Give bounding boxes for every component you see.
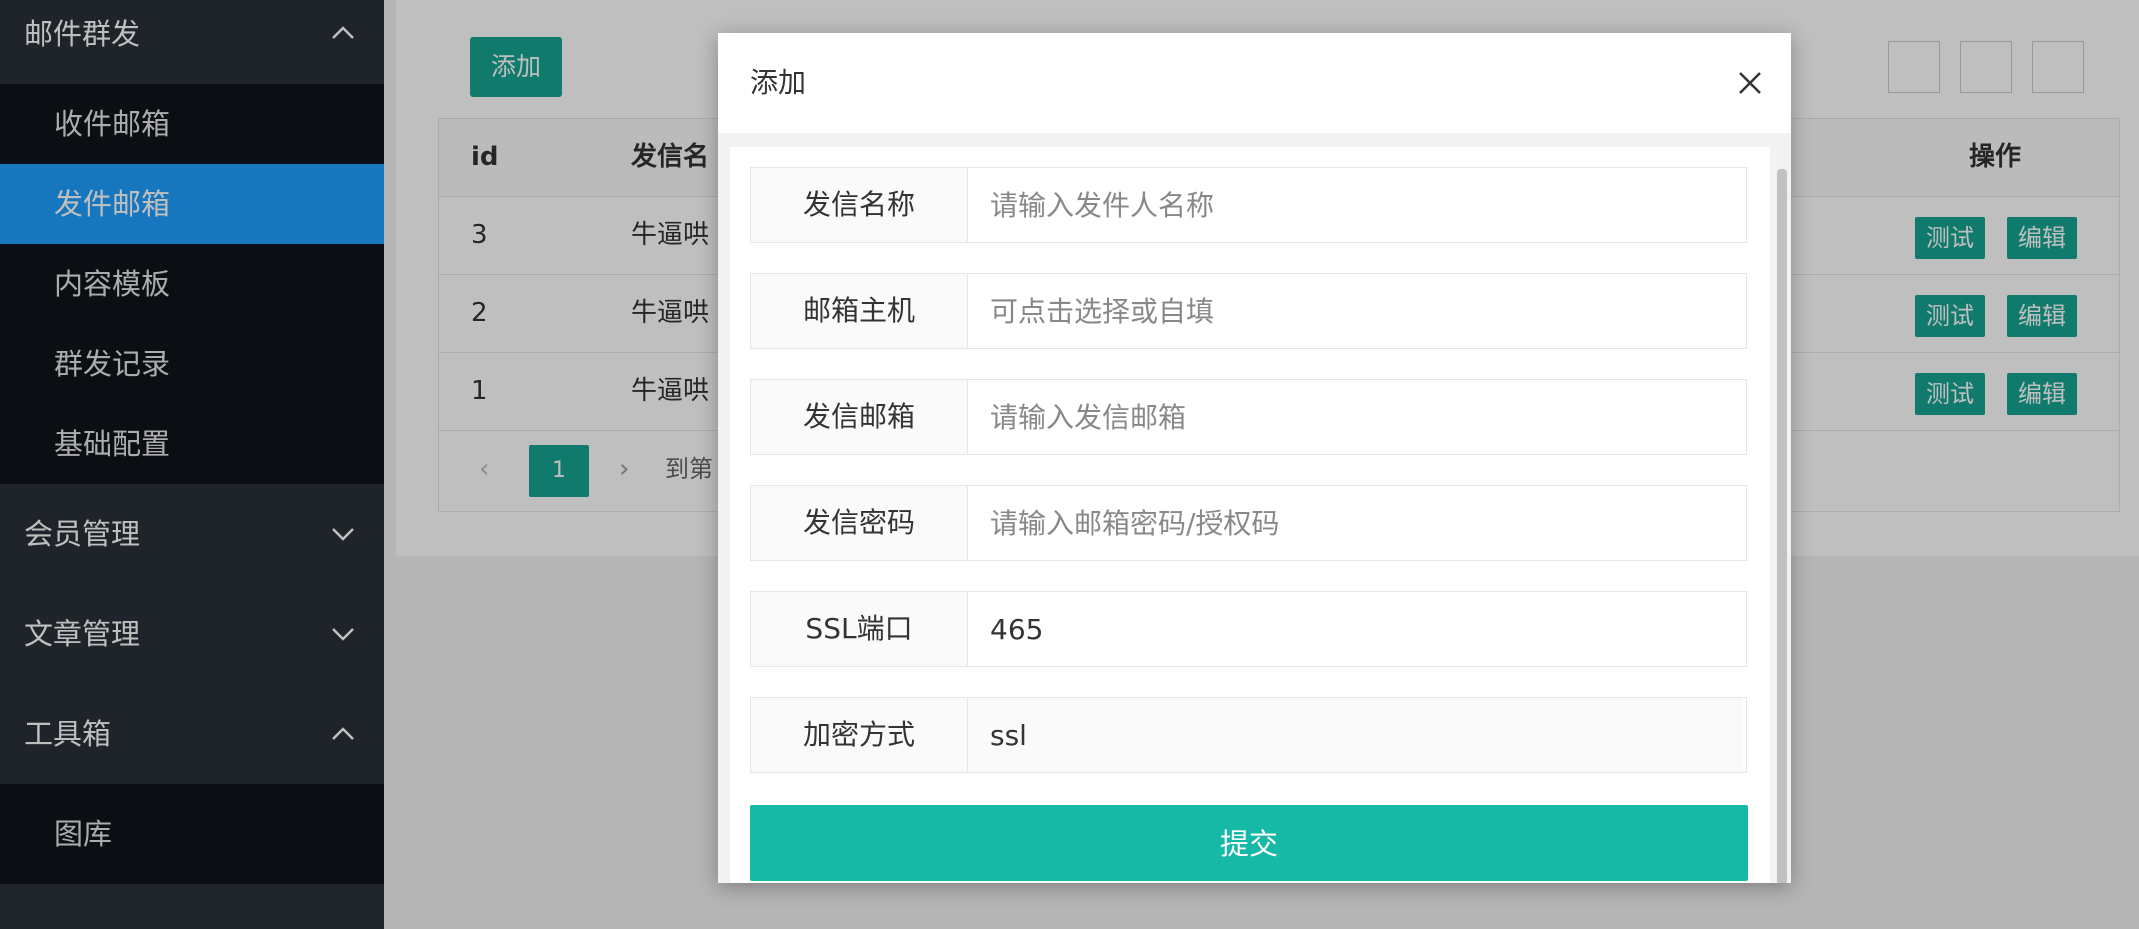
form-field-ssl-port: SSL端口 (750, 591, 1747, 667)
form-field-mail-host: 邮箱主机 (750, 273, 1747, 349)
ssl-port-input[interactable] (968, 592, 1743, 666)
field-label: 发信密码 (751, 486, 968, 560)
field-label: 发信名称 (751, 168, 968, 242)
sender-email-input[interactable] (968, 380, 1743, 454)
add-form: 发信名称 邮箱主机 发信邮箱 发信密码 SSL端口 加密方式 (730, 147, 1770, 883)
modal-header: 添加 (718, 33, 1791, 134)
field-label: 发信邮箱 (751, 380, 968, 454)
encryption-input[interactable] (968, 698, 1743, 772)
modal-title: 添加 (750, 66, 807, 99)
field-label: SSL端口 (751, 592, 968, 666)
modal-body: 发信名称 邮箱主机 发信邮箱 发信密码 SSL端口 加密方式 (718, 133, 1791, 883)
mail-host-input[interactable] (968, 274, 1743, 348)
field-label: 邮箱主机 (751, 274, 968, 348)
field-label: 加密方式 (751, 698, 968, 772)
add-modal: 添加 发信名称 邮箱主机 发信邮箱 发信密码 SSL (718, 33, 1791, 883)
form-field-password: 发信密码 (750, 485, 1747, 561)
modal-scrollbar[interactable] (1777, 169, 1787, 883)
form-field-sender-email: 发信邮箱 (750, 379, 1747, 455)
close-icon[interactable] (1735, 68, 1765, 98)
form-field-encryption: 加密方式 (750, 697, 1747, 773)
form-field-sender-name: 发信名称 (750, 167, 1747, 243)
password-input[interactable] (968, 486, 1743, 560)
sender-name-input[interactable] (968, 168, 1743, 242)
submit-button[interactable]: 提交 (750, 805, 1748, 881)
